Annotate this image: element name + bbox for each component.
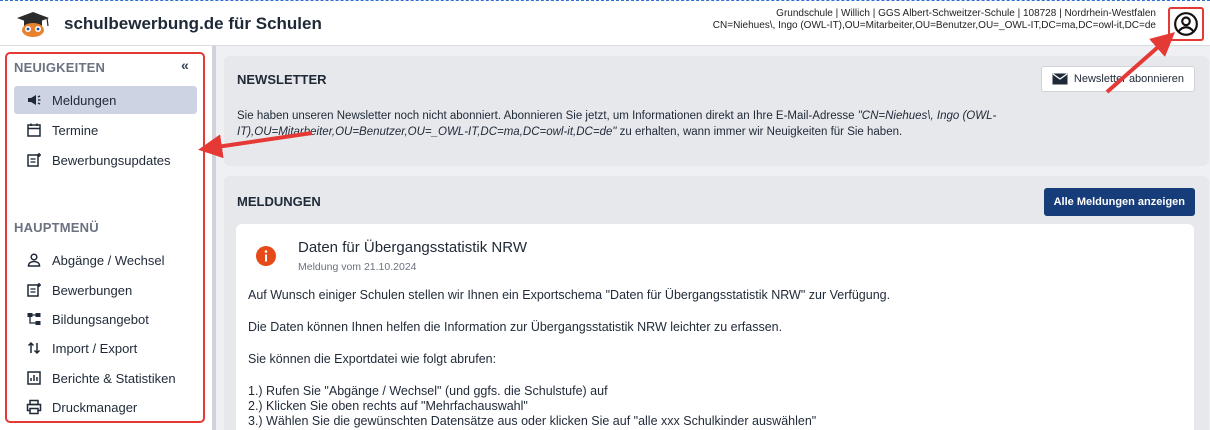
sidebar-item-label: Bewerbungsupdates bbox=[52, 152, 171, 168]
newsletter-text-intro: Sie haben unseren Newsletter noch nicht … bbox=[237, 110, 858, 122]
show-all-news-button[interactable]: Alle Meldungen anzeigen bbox=[1043, 188, 1195, 216]
message-paragraph: 2.) Klicken Sie oben rechts auf "Mehrfac… bbox=[248, 399, 528, 413]
collapse-sidebar-button[interactable]: « bbox=[181, 57, 189, 73]
message-paragraph: 1.) Rufen Sie "Abgänge / Wechsel" (und g… bbox=[248, 384, 608, 398]
sidebar-item-bewerbungen[interactable]: Bewerbungen bbox=[14, 276, 197, 304]
bar-chart-icon bbox=[22, 370, 46, 386]
import-export-icon bbox=[22, 340, 46, 356]
message-paragraph: Die Daten können Ihnen helfen die Inform… bbox=[248, 320, 783, 334]
sidebar-item-label: Meldungen bbox=[52, 92, 117, 108]
message-date: Meldung vom 21.10.2024 bbox=[298, 261, 417, 273]
logo-icon bbox=[17, 12, 49, 37]
post-add-icon bbox=[22, 152, 46, 168]
subscribe-newsletter-label: Newsletter abonnieren bbox=[1073, 73, 1184, 85]
subscribe-newsletter-button[interactable]: Newsletter abonnieren bbox=[1040, 66, 1195, 92]
account-circle-icon bbox=[1174, 12, 1198, 36]
message-title: Daten für Übergangsstatistik NRW bbox=[298, 239, 527, 256]
newsletter-card: NEWSLETTER Newsletter abonnieren Sie hab… bbox=[224, 56, 1209, 166]
mail-icon bbox=[1052, 73, 1068, 85]
calendar-icon bbox=[22, 122, 46, 138]
hierarchy-icon bbox=[22, 311, 46, 327]
sidebar-item-abgaenge[interactable]: Abgänge / Wechsel bbox=[14, 246, 197, 274]
sidebar-item-label: Termine bbox=[52, 122, 99, 138]
info-icon bbox=[256, 246, 276, 266]
post-add-icon bbox=[22, 282, 46, 298]
sidebar: NEUIGKEITEN « Meldungen Termine Bewerbun… bbox=[0, 46, 212, 430]
school-context: Grundschule | Willich | GGS Albert-Schwe… bbox=[713, 8, 1156, 32]
news-heading: NEUIGKEITEN bbox=[14, 60, 106, 75]
message-paragraph: Sie können die Exportdatei wie folgt abr… bbox=[248, 352, 497, 366]
sidebar-item-termine[interactable]: Termine bbox=[14, 116, 197, 144]
printer-icon bbox=[22, 399, 46, 415]
sidebar-item-label: Bewerbungen bbox=[52, 282, 133, 298]
message-paragraph: 3.) Wählen Sie die gewünschten Datensätz… bbox=[248, 414, 817, 428]
main-content: NEWSLETTER Newsletter abonnieren Sie hab… bbox=[216, 46, 1210, 430]
news-title: MELDUNGEN bbox=[237, 194, 321, 209]
newsletter-text-outro: zu erhalten, wann immer wir Neuigkeiten … bbox=[616, 126, 903, 138]
newsletter-text: Sie haben unseren Newsletter noch nicht … bbox=[237, 108, 1067, 140]
user-dn-line: CN=Niehues\, Ingo (OWL-IT),OU=Mitarbeite… bbox=[712, 20, 1156, 31]
person-icon bbox=[22, 252, 46, 268]
sidebar-item-label: Import / Export bbox=[52, 340, 138, 356]
megaphone-icon bbox=[22, 92, 46, 108]
top-bar: schulbewerbung.de für Schulen Grundschul… bbox=[0, 0, 1210, 46]
sidebar-item-label: Berichte & Statistiken bbox=[52, 370, 176, 386]
sidebar-item-berichte[interactable]: Berichte & Statistiken bbox=[14, 364, 197, 392]
main-menu-heading: HAUPTMENÜ bbox=[14, 220, 99, 235]
app-title[interactable]: schulbewerbung.de für Schulen bbox=[64, 14, 322, 34]
news-message: Daten für Übergangsstatistik NRW Meldung… bbox=[236, 224, 1194, 430]
user-account-button[interactable] bbox=[1168, 7, 1204, 41]
sidebar-item-label: Bildungsangebot bbox=[52, 311, 149, 327]
sidebar-item-bildungsangebot[interactable]: Bildungsangebot bbox=[14, 305, 197, 333]
news-card: MELDUNGEN Alle Meldungen anzeigen Daten … bbox=[224, 176, 1209, 430]
sidebar-item-bewerbungsupdates[interactable]: Bewerbungsupdates bbox=[14, 146, 197, 174]
newsletter-title: NEWSLETTER bbox=[237, 72, 327, 87]
school-context-line: Grundschule | Willich | GGS Albert-Schwe… bbox=[776, 8, 1156, 19]
sidebar-item-label: Druckmanager bbox=[52, 399, 138, 415]
sidebar-item-meldungen[interactable]: Meldungen bbox=[14, 86, 197, 114]
sidebar-item-label: Abgänge / Wechsel bbox=[52, 252, 165, 268]
sidebar-item-import-export[interactable]: Import / Export bbox=[14, 334, 197, 362]
message-paragraph: Auf Wunsch einiger Schulen stellen wir I… bbox=[248, 288, 891, 302]
sidebar-item-druckmanager[interactable]: Druckmanager bbox=[14, 393, 197, 421]
